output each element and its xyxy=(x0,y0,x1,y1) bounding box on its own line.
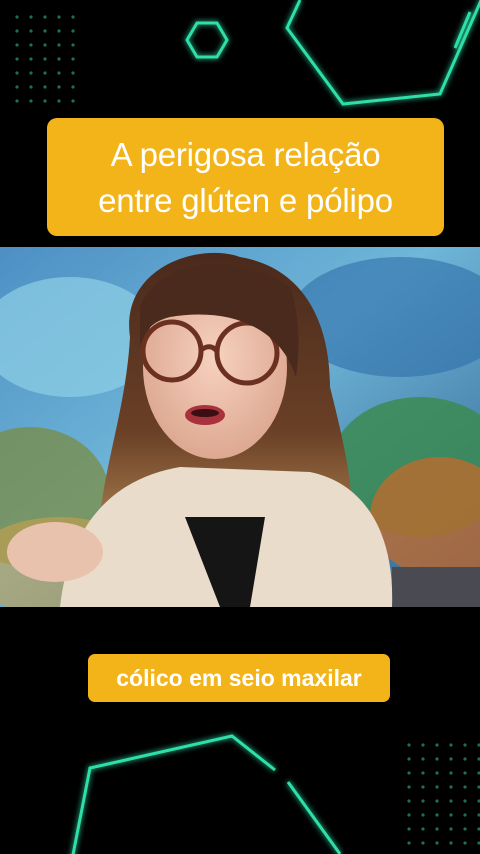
title-banner: A perigosa relação entre glúten e pólipo xyxy=(47,118,444,236)
large-hexagon-bottom-icon xyxy=(71,734,342,854)
large-hexagon-top-icon xyxy=(285,0,480,106)
title-line-1: A perigosa relação xyxy=(110,136,381,173)
caption-banner: cólico em seio maxilar xyxy=(88,654,390,702)
caption-text: cólico em seio maxilar xyxy=(116,664,362,691)
title-line-2: entre glúten e pólipo xyxy=(98,182,393,219)
video-frame[interactable] xyxy=(0,247,480,607)
dot-grid-top-left xyxy=(6,8,76,108)
dot-grid-bottom-right xyxy=(404,740,480,854)
small-hexagon-icon xyxy=(185,21,229,59)
video-still-image xyxy=(0,247,480,607)
